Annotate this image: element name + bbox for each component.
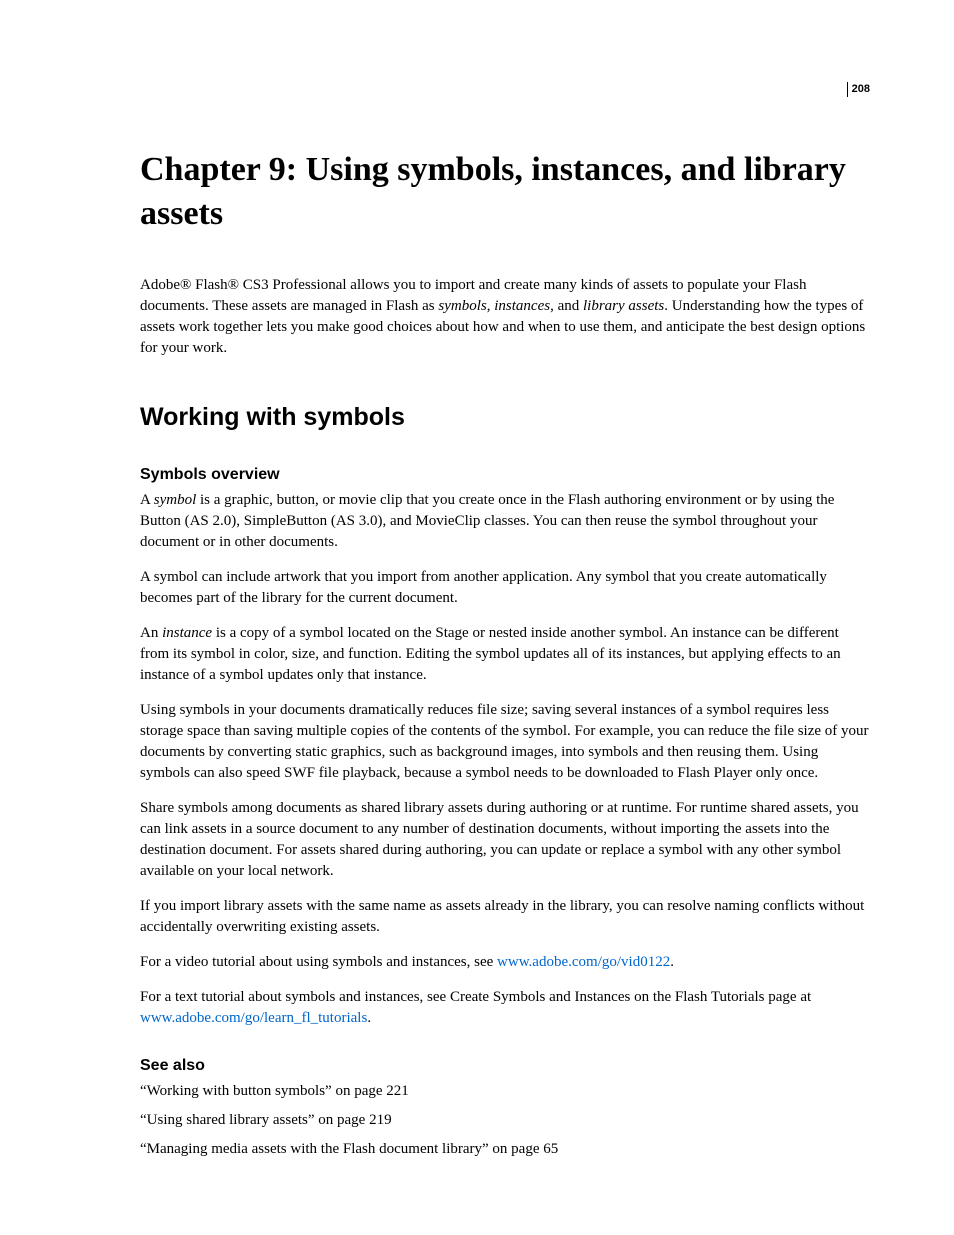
link-text-tutorial[interactable]: www.adobe.com/go/learn_fl_tutorials [140, 1010, 367, 1026]
text: A [140, 492, 154, 508]
page-number: 208 [847, 82, 870, 97]
subsection-title: Symbols overview [140, 466, 870, 484]
body-paragraph: For a video tutorial about using symbols… [140, 952, 870, 973]
text: . [367, 1010, 371, 1026]
text: For a text tutorial about symbols and in… [140, 989, 811, 1005]
section-title: Working with symbols [140, 403, 870, 432]
intro-paragraph: Adobe® Flash® CS3 Professional allows yo… [140, 275, 870, 359]
text-italic: symbol [154, 492, 197, 508]
see-also-item: “Managing media assets with the Flash do… [140, 1139, 870, 1160]
text: . [670, 954, 674, 970]
body-paragraph: A symbol is a graphic, button, or movie … [140, 490, 870, 553]
see-also-item: “Working with button symbols” on page 22… [140, 1081, 870, 1102]
body-paragraph: Using symbols in your documents dramatic… [140, 700, 870, 784]
body-paragraph: Share symbols among documents as shared … [140, 798, 870, 882]
chapter-title: Chapter 9: Using symbols, instances, and… [140, 148, 870, 235]
text: is a graphic, button, or movie clip that… [140, 492, 834, 550]
body-paragraph: If you import library assets with the sa… [140, 896, 870, 938]
text: An [140, 625, 162, 641]
text: is a copy of a symbol located on the Sta… [140, 625, 841, 683]
text-italic: symbols [438, 298, 486, 314]
text-italic: instances [494, 298, 550, 314]
link-video-tutorial[interactable]: www.adobe.com/go/vid0122 [497, 954, 670, 970]
text: , and [550, 298, 583, 314]
text: For a video tutorial about using symbols… [140, 954, 497, 970]
document-page: 208 Chapter 9: Using symbols, instances,… [0, 0, 954, 1235]
text-italic: library assets [583, 298, 664, 314]
body-paragraph: An instance is a copy of a symbol locate… [140, 623, 870, 686]
see-also-item: “Using shared library assets” on page 21… [140, 1110, 870, 1131]
see-also-title: See also [140, 1057, 870, 1075]
body-paragraph: For a text tutorial about symbols and in… [140, 987, 870, 1029]
text-italic: instance [162, 625, 212, 641]
body-paragraph: A symbol can include artwork that you im… [140, 567, 870, 609]
